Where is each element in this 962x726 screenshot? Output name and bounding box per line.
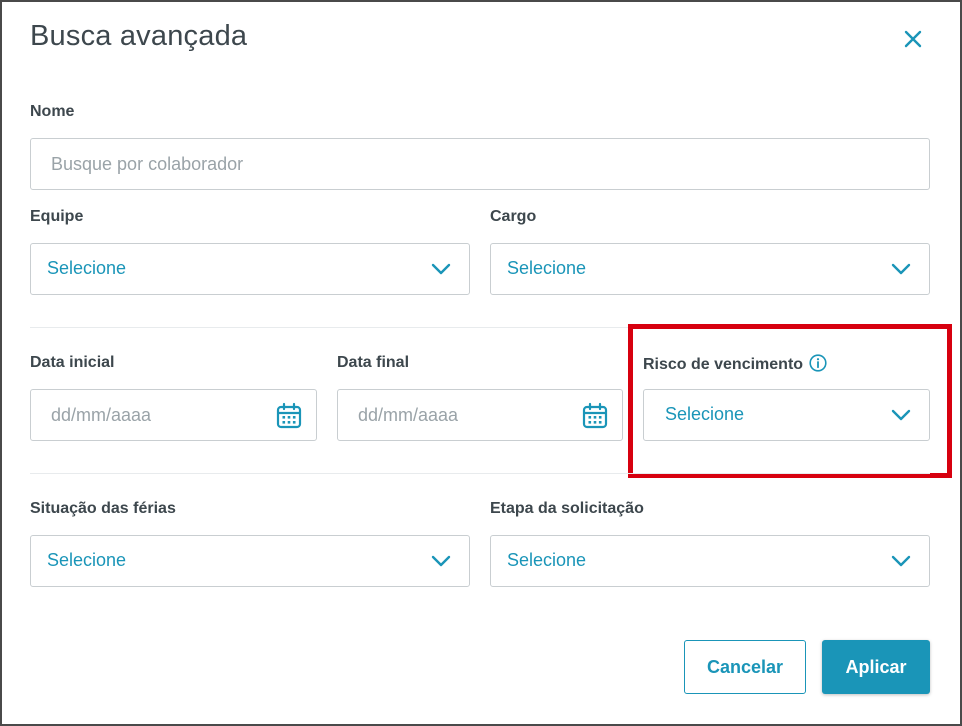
data-final-field[interactable] xyxy=(337,389,623,441)
equipe-label: Equipe xyxy=(30,208,84,225)
chevron-down-icon xyxy=(431,555,451,567)
risco-vencimento-label-text: Risco de vencimento xyxy=(643,356,804,373)
situacao-ferias-select-value: Selecione xyxy=(47,550,127,570)
risco-vencimento-select-value: Selecione xyxy=(665,404,745,424)
data-final-label: Data final xyxy=(337,354,410,371)
modal-title: Busca avançada xyxy=(30,20,248,52)
nome-input[interactable] xyxy=(51,139,879,189)
calendar-icon[interactable] xyxy=(276,402,302,430)
apply-button[interactable]: Aplicar xyxy=(822,640,930,694)
info-icon[interactable] xyxy=(809,354,827,372)
chevron-down-icon xyxy=(891,409,911,421)
chevron-down-icon xyxy=(891,555,911,567)
close-button[interactable] xyxy=(900,26,926,52)
data-inicial-input[interactable] xyxy=(51,390,266,440)
risco-vencimento-select[interactable]: Selecione xyxy=(643,389,930,441)
cargo-select[interactable]: Selecione xyxy=(490,243,930,295)
chevron-down-icon xyxy=(891,263,911,275)
close-icon xyxy=(904,30,922,48)
cancel-button[interactable]: Cancelar xyxy=(684,640,806,694)
section-divider xyxy=(30,473,930,474)
etapa-solicitacao-select[interactable]: Selecione xyxy=(490,535,930,587)
chevron-down-icon xyxy=(431,263,451,275)
situacao-ferias-label: Situação das férias xyxy=(30,500,176,517)
risco-vencimento-label: Risco de vencimento xyxy=(643,354,827,374)
etapa-solicitacao-select-value: Selecione xyxy=(507,550,587,570)
nome-field[interactable] xyxy=(30,138,930,190)
data-inicial-field[interactable] xyxy=(30,389,317,441)
advanced-search-modal: Busca avançada Nome Equipe Selecione Car… xyxy=(0,0,962,726)
section-divider xyxy=(30,327,930,328)
data-final-input[interactable] xyxy=(358,390,572,440)
nome-label: Nome xyxy=(30,103,75,120)
equipe-select[interactable]: Selecione xyxy=(30,243,470,295)
situacao-ferias-select[interactable]: Selecione xyxy=(30,535,470,587)
cargo-label: Cargo xyxy=(490,208,537,225)
etapa-solicitacao-label: Etapa da solicitação xyxy=(490,500,644,517)
equipe-select-value: Selecione xyxy=(47,258,127,278)
calendar-icon[interactable] xyxy=(582,402,608,430)
cargo-select-value: Selecione xyxy=(507,258,587,278)
data-inicial-label: Data inicial xyxy=(30,354,115,371)
